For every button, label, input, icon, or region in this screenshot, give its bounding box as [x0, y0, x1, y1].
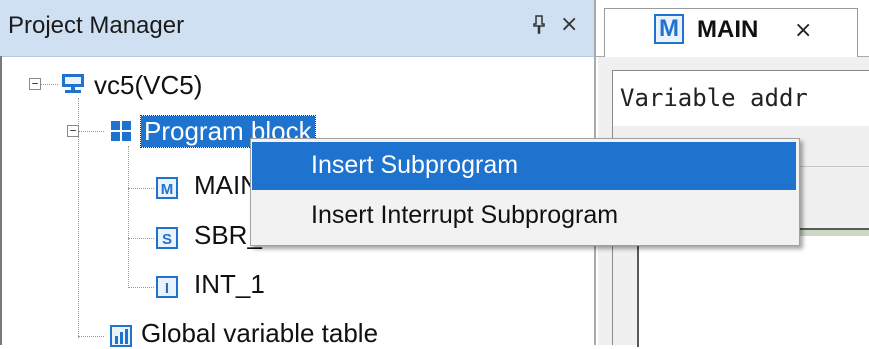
- table-icon: [110, 325, 132, 347]
- tree-connector: [128, 188, 154, 189]
- tree-connector: [128, 146, 129, 286]
- tree-item-root[interactable]: vc5(VC5): [94, 70, 202, 101]
- tree-item-global-variable-table[interactable]: Global variable table: [141, 318, 378, 349]
- interrupt-icon: I: [156, 276, 178, 298]
- panel-close-icon[interactable]: ×: [560, 12, 578, 37]
- main-program-icon: M: [156, 177, 178, 199]
- tree-connector: [40, 84, 58, 85]
- menu-item-insert-subprogram-label[interactable]: Insert Subprogram: [311, 151, 518, 180]
- tab-main-label[interactable]: MAIN: [697, 16, 758, 44]
- subroutine-icon: S: [156, 227, 178, 249]
- main-tab-icon: M: [654, 14, 684, 44]
- expand-collapse-icon[interactable]: −: [29, 78, 41, 90]
- tree-item-int[interactable]: INT_1: [194, 269, 265, 300]
- pin-icon[interactable]: [532, 14, 546, 39]
- expand-collapse-icon[interactable]: −: [67, 125, 79, 137]
- tree-connector: [128, 238, 154, 239]
- computer-icon: [62, 74, 84, 93]
- tab-close-icon[interactable]: ×: [794, 18, 812, 43]
- tree-connector: [78, 336, 104, 337]
- tree-connector: [128, 287, 154, 288]
- variable-table-header: Variable addr: [620, 84, 808, 112]
- panel-left-border: [0, 56, 2, 345]
- tree-connector: [78, 131, 104, 132]
- project-manager-title: Project Manager: [8, 12, 185, 39]
- program-block-icon: [111, 121, 131, 141]
- menu-item-insert-interrupt-subprogram-label[interactable]: Insert Interrupt Subprogram: [311, 201, 618, 230]
